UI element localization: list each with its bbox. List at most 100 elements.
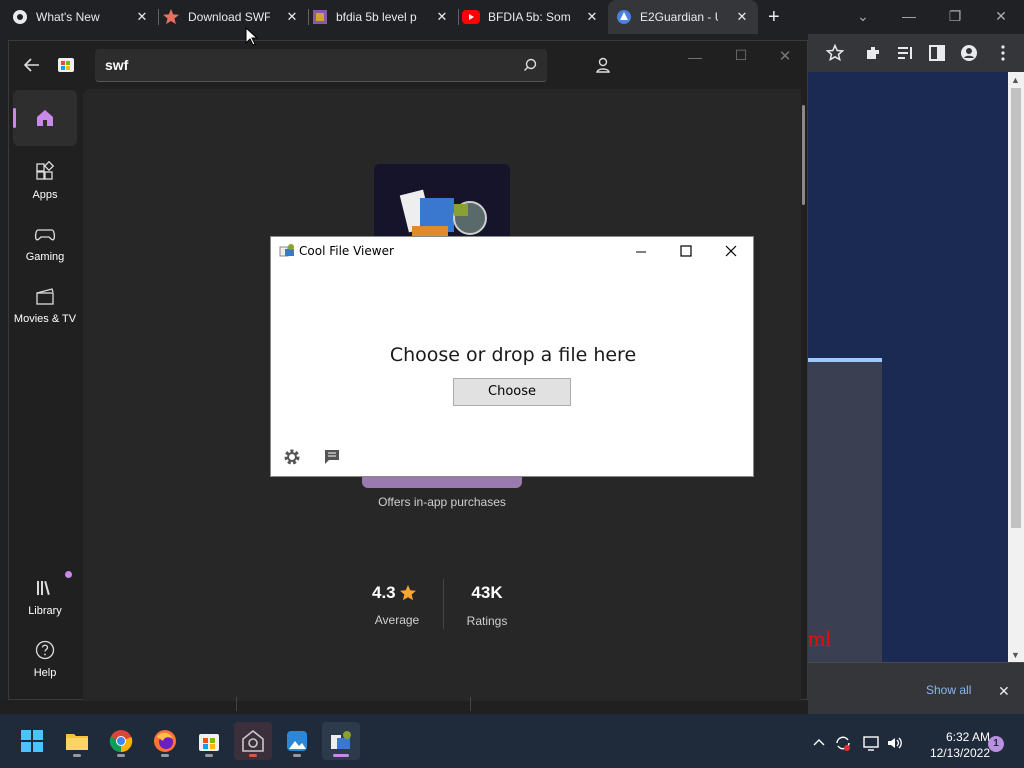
show-all-link[interactable]: Show all <box>926 683 971 697</box>
dialog-minimize-icon[interactable] <box>621 239 661 263</box>
back-arrow-icon[interactable] <box>23 57 41 73</box>
choose-button[interactable]: Choose <box>453 378 571 406</box>
page-scrollbar-thumb[interactable] <box>1011 88 1021 528</box>
tray-chevron-icon[interactable] <box>812 736 826 748</box>
dialog-maximize-icon[interactable] <box>666 239 706 263</box>
sidebar-item-library[interactable]: Library <box>13 567 77 623</box>
account-icon[interactable] <box>593 55 613 75</box>
sidebar-item-movies-tv[interactable]: Movies & TV <box>13 275 77 331</box>
restore-icon[interactable]: ❐ <box>932 4 978 28</box>
side-panel-icon[interactable] <box>928 44 946 62</box>
tab-bfdia-youtube[interactable]: BFDIA 5b: Some ✕ <box>462 0 608 34</box>
tab-whats-new[interactable]: What's New ✕ <box>12 0 158 34</box>
rating-divider <box>443 579 444 629</box>
browser-tab-strip: What's New ✕ Download SWF ✕ bfdia 5b lev… <box>0 0 1024 34</box>
gear-icon[interactable] <box>283 448 301 466</box>
taskbar-firefox[interactable] <box>146 722 184 760</box>
download-bar <box>808 662 1024 715</box>
download-bar-close-icon[interactable]: ✕ <box>998 683 1010 700</box>
app-icon <box>242 729 264 752</box>
store-close-icon[interactable]: ✕ <box>765 47 805 65</box>
drop-prompt[interactable]: Choose or drop a file here <box>271 344 755 366</box>
tab-title: What's New <box>36 10 100 24</box>
new-tab-button[interactable]: + <box>768 6 780 29</box>
search-input[interactable]: swf <box>105 57 128 73</box>
rating-label: Average <box>374 613 420 627</box>
youtube-icon <box>462 10 480 24</box>
minimize-icon[interactable]: — <box>886 4 932 28</box>
tab-download-swf[interactable]: Download SWF ✕ <box>162 0 308 34</box>
photos-icon <box>287 731 307 751</box>
bookmark-star-icon[interactable] <box>826 44 844 62</box>
e2guardian-icon <box>617 10 631 24</box>
taskbar-photos[interactable] <box>278 722 316 760</box>
content-divider <box>470 697 471 711</box>
sync-icon[interactable] <box>834 734 852 752</box>
notification-badge[interactable]: 1 <box>988 736 1004 752</box>
cool-file-viewer-icon <box>331 731 351 749</box>
store-minimize-icon[interactable]: — <box>675 49 715 65</box>
taskbar-file-explorer[interactable] <box>58 722 96 760</box>
media-control-icon[interactable] <box>896 44 914 62</box>
tab-close-icon[interactable]: ✕ <box>134 9 150 25</box>
tab-title: E2Guardian - U <box>640 10 718 24</box>
more-menu-icon[interactable] <box>994 44 1012 62</box>
clock-time[interactable]: 6:32 AM <box>910 730 990 744</box>
cool-file-viewer-dialog: Cool File Viewer Choose or drop a file h… <box>270 236 754 477</box>
tab-bfdia-level[interactable]: bfdia 5b level p ✕ <box>312 0 458 34</box>
sidebar-item-help[interactable]: Help <box>13 629 77 685</box>
scroll-down-icon[interactable]: ▼ <box>1011 650 1020 660</box>
running-indicator <box>293 754 301 757</box>
feedback-icon[interactable] <box>323 448 341 466</box>
close-icon[interactable]: ✕ <box>978 4 1024 28</box>
running-indicator <box>117 754 125 757</box>
tab-close-icon[interactable]: ✕ <box>284 9 300 25</box>
store-maximize-icon[interactable]: ☐ <box>721 47 761 64</box>
store-logo-icon <box>58 58 74 72</box>
network-icon[interactable] <box>862 734 880 752</box>
running-indicator <box>73 754 81 757</box>
tab-title: Download SWF <box>188 10 270 24</box>
search-box[interactable]: swf <box>95 49 547 82</box>
apps-icon <box>36 161 55 180</box>
tab-close-icon[interactable]: ✕ <box>734 9 750 25</box>
taskbar-chrome[interactable] <box>102 722 140 760</box>
dialog-close-icon[interactable] <box>711 239 751 263</box>
store-scrollbar[interactable] <box>802 105 805 205</box>
taskbar-app-red[interactable] <box>234 722 272 760</box>
movies-icon <box>36 288 54 305</box>
taskbar-cool-file-viewer[interactable] <box>322 722 360 760</box>
offers-text: Offers in-app purchases <box>378 495 506 509</box>
ratings-label: Ratings <box>466 614 508 628</box>
tab-close-icon[interactable]: ✕ <box>434 9 450 25</box>
ratings-count: 43K <box>471 583 503 602</box>
tab-e2guardian[interactable]: E2Guardian - U ✕ <box>608 0 758 34</box>
app-logo-icon <box>374 164 510 237</box>
tab-search-icon[interactable]: ⌄ <box>840 4 886 28</box>
store-sidebar: Apps Gaming Movies & TV Library Help <box>9 89 81 701</box>
search-icon[interactable] <box>523 58 537 72</box>
web-page-card <box>808 358 882 666</box>
volume-icon[interactable] <box>886 734 904 752</box>
sidebar-item-apps[interactable]: Apps <box>13 151 77 207</box>
scroll-up-icon[interactable]: ▲ <box>1011 75 1020 85</box>
store-titlebar: swf — ☐ ✕ <box>9 41 807 91</box>
sidebar-item-home[interactable] <box>13 90 77 146</box>
star-icon <box>163 9 179 25</box>
extensions-icon[interactable] <box>864 44 882 62</box>
firefox-icon <box>154 730 176 752</box>
tab-title: bfdia 5b level p <box>336 10 417 24</box>
profile-icon[interactable] <box>960 44 978 62</box>
taskbar-store[interactable] <box>190 722 228 760</box>
tab-close-icon[interactable]: ✕ <box>584 9 600 25</box>
running-indicator <box>161 754 169 757</box>
app-thumbnail[interactable] <box>374 164 510 237</box>
dialog-title: Cool File Viewer <box>299 244 394 258</box>
sidebar-item-gaming[interactable]: Gaming <box>13 213 77 269</box>
browser-toolbar <box>808 34 1024 72</box>
folder-icon <box>66 734 88 750</box>
tab-separator <box>158 9 159 25</box>
tab-title: BFDIA 5b: Some <box>488 10 570 24</box>
start-button[interactable] <box>13 722 51 760</box>
clock-date[interactable]: 12/13/2022 <box>910 746 990 760</box>
